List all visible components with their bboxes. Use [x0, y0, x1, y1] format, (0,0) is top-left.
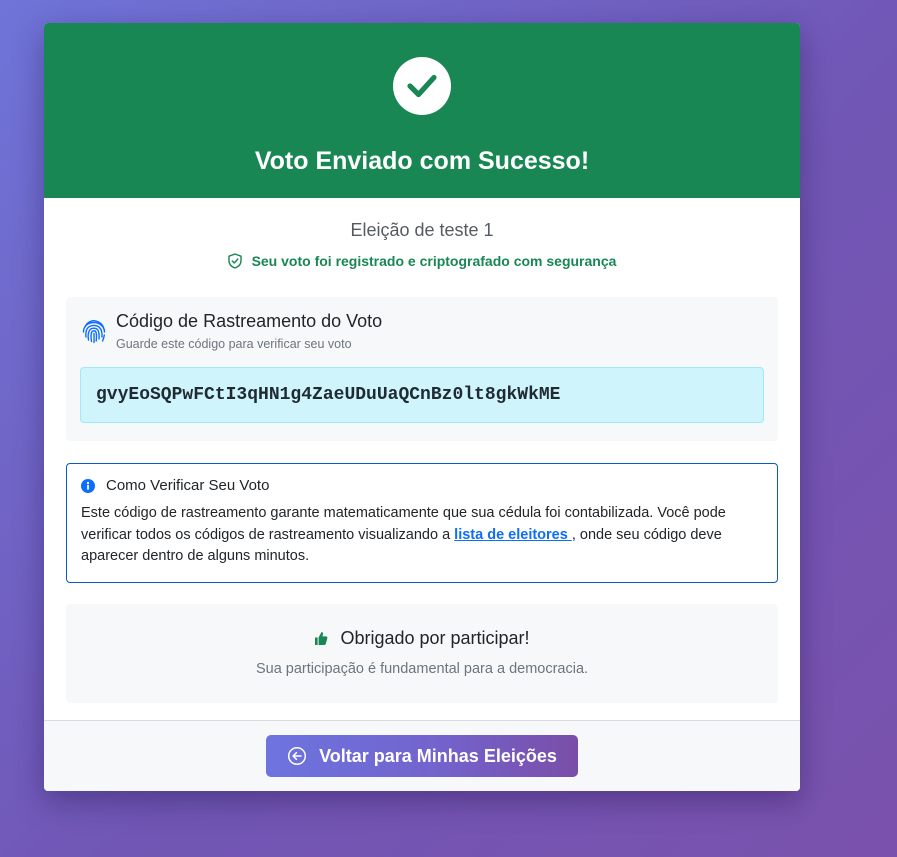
- secure-message-text: Seu voto foi registrado e criptografado …: [251, 253, 617, 269]
- tracking-heading: Código de Rastreamento do Voto Guarde es…: [116, 311, 382, 351]
- election-name: Eleição de teste 1: [350, 220, 494, 240]
- arrow-left-circle-icon: [288, 746, 307, 766]
- back-button-label: Voltar para Minhas Eleições: [319, 745, 557, 766]
- verify-info-box: Como Verificar Seu Voto Este código de r…: [66, 463, 778, 583]
- page-title: Voto Enviado com Sucesso!: [254, 147, 590, 175]
- thanks-heading: Obrigado por participar!: [66, 628, 778, 649]
- shield-check-icon: [227, 253, 242, 269]
- check-circle: [393, 57, 451, 115]
- voter-list-link[interactable]: lista de eleitores: [454, 527, 572, 543]
- check-icon: [407, 74, 437, 98]
- tracking-subtitle: Guarde este código para verificar seu vo…: [116, 337, 352, 351]
- tracking-header: Código de Rastreamento do Voto Guarde es…: [80, 311, 764, 351]
- secure-message: Seu voto foi registrado e criptografado …: [66, 252, 778, 270]
- thumbs-up-icon: [315, 632, 328, 645]
- tracking-code[interactable]: gvyEoSQPwFCtI3qHN1g4ZaeUDuUaQCnBz0lt8gkW…: [80, 367, 764, 423]
- verify-title: Como Verificar Seu Voto: [106, 477, 270, 494]
- thanks-panel: Obrigado por participar! Sua participaçã…: [66, 604, 778, 703]
- thanks-subtitle: Sua participação é fundamental para a de…: [255, 661, 589, 677]
- card-footer: Voltar para Minhas Eleições: [44, 720, 800, 791]
- success-header: Voto Enviado com Sucesso!: [44, 23, 800, 198]
- back-to-elections-button[interactable]: Voltar para Minhas Eleições: [266, 735, 578, 777]
- thanks-title: Obrigado por participar!: [340, 628, 530, 648]
- card-body: Eleição de teste 1 Seu voto foi registra…: [44, 220, 800, 703]
- tracking-title: Código de Rastreamento do Voto: [116, 311, 383, 331]
- verify-header: Como Verificar Seu Voto: [81, 477, 763, 494]
- tracking-code-panel: Código de Rastreamento do Voto Guarde es…: [66, 297, 778, 441]
- fingerprint-icon: [82, 320, 106, 344]
- success-card: Voto Enviado com Sucesso! Eleição de tes…: [44, 23, 800, 791]
- verify-text: Este código de rastreamento garante mate…: [81, 503, 763, 568]
- info-icon: [81, 478, 95, 493]
